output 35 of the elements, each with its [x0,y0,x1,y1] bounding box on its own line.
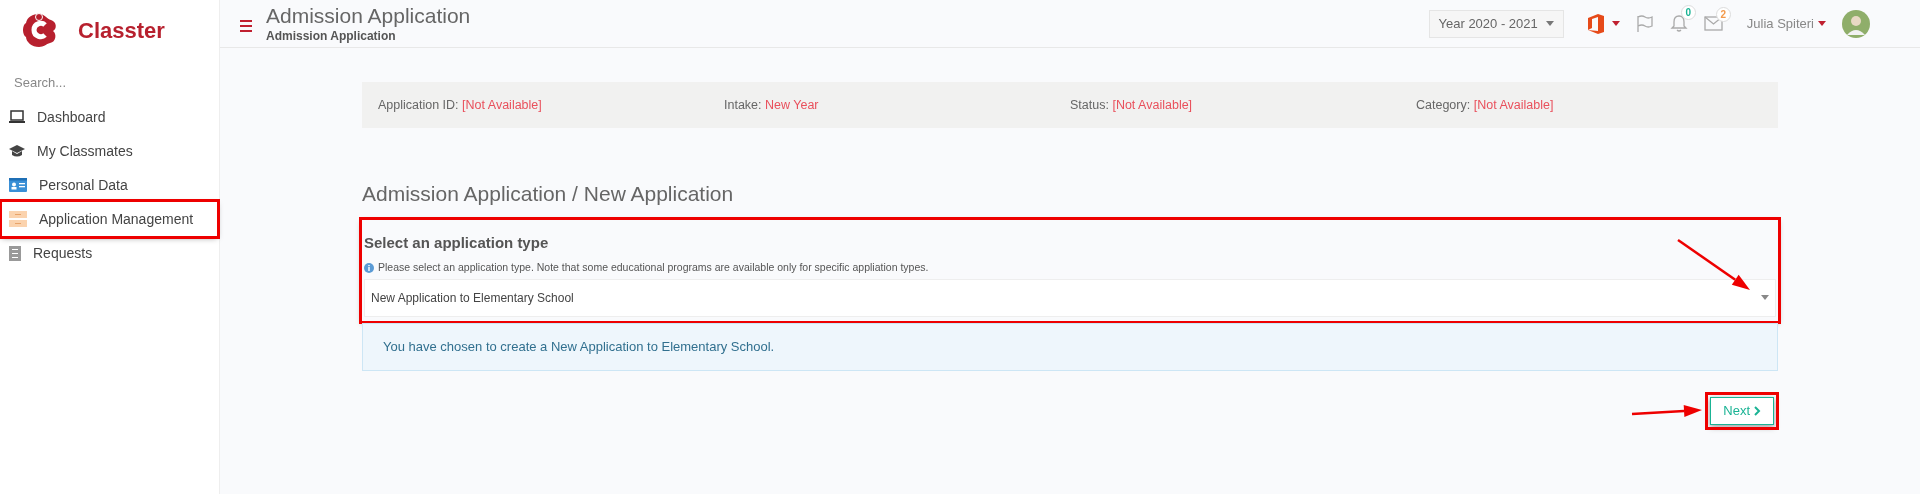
info-message: You have chosen to create a New Application to Elementary School. [362,322,1778,371]
graduation-cap-icon [9,145,25,157]
breadcrumb: Admission Application [266,29,397,45]
info-field: Category: [Not Available] [1416,95,1762,115]
page-title: Admission Application [266,2,471,29]
sidebar-item[interactable]: My Classmates [2,134,217,168]
sidebar-item[interactable]: Personal Data [2,168,217,202]
office-menu[interactable] [1587,13,1620,34]
application-type-select[interactable]: New Application to Elementary School [364,278,1776,317]
bell-icon [1669,14,1688,33]
section-heading: Admission Application / New Application [362,181,735,207]
laptop-icon [9,110,25,124]
sidebar-item[interactable]: Application Management [2,202,217,236]
search-field[interactable]: Search... [8,70,211,94]
info-field: Status: [Not Available] [1070,95,1416,115]
notification-badge: 2 [1715,7,1731,22]
list-icon [9,245,21,261]
brand-name: Classter [78,16,165,45]
user-menu[interactable]: Julia Spiteri [1746,13,1826,34]
info-field: Application ID: [Not Available] [378,95,724,115]
info-field: Intake: New Year [724,95,1070,115]
logo-icon [20,11,58,49]
notification-badge: 0 [1680,5,1696,20]
mail-icon [1703,16,1723,31]
info-icon [364,262,374,273]
office-icon [1587,13,1604,34]
menu-icon[interactable] [240,19,252,32]
year-dropdown[interactable]: Year 2020 - 2021 [1428,9,1564,38]
chevron-right-icon [1754,405,1761,416]
field-label: Select an application type [364,232,550,253]
id-card-icon [9,178,27,192]
help-text: Please select an application type. Note that some educational programs are available only for specific appliation types. [378,260,929,275]
form-icon [9,211,27,227]
sidebar-item[interactable]: Dashboard [2,100,217,134]
sidebar-item[interactable]: Requests [2,236,217,270]
